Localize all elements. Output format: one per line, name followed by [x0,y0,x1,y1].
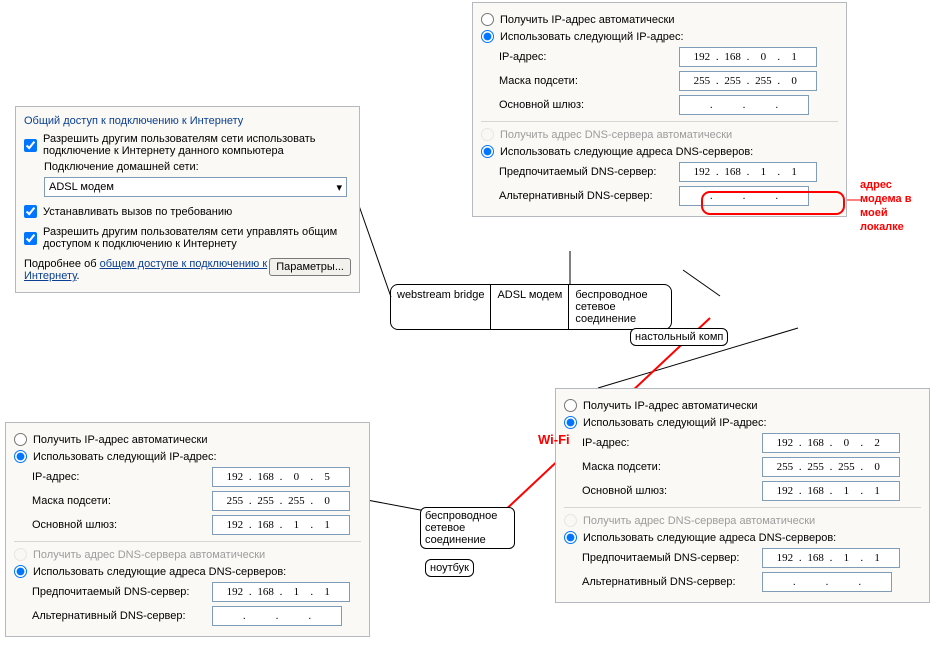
ip-addr-label: IP-адрес: [32,471,212,483]
ics-allow-label: Разрешить другим пользователям сети испо… [43,133,343,157]
dns2-input[interactable]: ... [212,606,342,626]
dns2-label: Альтернативный DNS-сервер: [32,610,212,622]
allow-control-label: Разрешить другим пользователям сети упра… [43,226,351,250]
dns1-input[interactable]: 192.168.1.1 [679,162,817,182]
gateway-input[interactable]: ... [679,95,809,115]
mask-input[interactable]: 255.255.255.0 [679,71,817,91]
mask-label: Маска подсети: [499,75,679,87]
ip-manual-radio[interactable] [481,30,494,43]
ip-addr-input[interactable]: 192.168.0.5 [212,467,350,487]
home-conn-label: Подключение домашней сети: [44,161,199,173]
ip-manual-label: Использовать следующий IP-адрес: [500,31,684,43]
mask-input[interactable]: 255.255.255.0 [212,491,350,511]
gateway-label: Основной шлюз: [499,99,679,111]
dns-callout-highlight [701,191,845,215]
dns-manual-radio[interactable] [14,565,27,578]
home-connection-select[interactable]: ADSL модем ▾ [44,177,347,197]
dns2-label: Альтернативный DNS-сервер: [499,190,679,202]
dns-manual-label: Использовать следующие адреса DNS-сервер… [500,146,753,158]
gateway-input[interactable]: 192.168.1.1 [212,515,350,535]
desktop-node: webstream bridge ADSL модем беспроводное… [390,284,672,330]
desktop-tag: настольный комп [630,328,728,346]
dns-auto-label: Получить адрес DNS-сервера автоматически [583,515,815,527]
dns-auto-radio [14,548,27,561]
ip-manual-radio[interactable] [564,416,577,429]
right-ip-panel: Получить IP-адрес автоматически Использо… [555,388,930,603]
more-prefix: Подробнее об [24,258,100,270]
ip-addr-input[interactable]: 192.168.0.2 [762,433,900,453]
desktop-ip-panel: Получить IP-адрес автоматически Использо… [472,2,847,217]
dns-auto-label: Получить адрес DNS-сервера автоматически [33,549,265,561]
ip-manual-label: Использовать следующий IP-адрес: [33,451,217,463]
mask-label: Маска подсети: [32,495,212,507]
ics-panel: Общий доступ к подключению к Интернету Р… [15,106,360,293]
ip-addr-label: IP-адрес: [499,51,679,63]
home-connection-value: ADSL модем [49,181,114,193]
mask-input[interactable]: 255.255.255.0 [762,457,900,477]
ip-auto-label: Получить IP-адрес автоматически [500,14,674,26]
dns1-label: Предпочитаемый DNS-сервер: [32,586,212,598]
laptop-wireless-node: беспроводное сетевое соединение [420,507,515,549]
wifi-label: Wi-Fi [538,432,570,447]
allow-control-checkbox[interactable] [24,232,37,245]
dns-manual-radio[interactable] [481,145,494,158]
ics-allow-checkbox[interactable] [24,139,37,152]
dns1-input[interactable]: 192.168.1.1 [762,548,900,568]
gateway-label: Основной шлюз: [582,485,762,497]
dns1-label: Предпочитаемый DNS-сервер: [582,552,762,564]
gateway-input[interactable]: 192.168.1.1 [762,481,900,501]
ip-auto-radio[interactable] [481,13,494,26]
ip-manual-label: Использовать следующий IP-адрес: [583,417,767,429]
ip-addr-input[interactable]: 192.168.0.1 [679,47,817,67]
dns-auto-radio [564,514,577,527]
dns-manual-label: Использовать следующие адреса DNS-сервер… [33,566,286,578]
ics-title: Общий доступ к подключению к Интернету [24,115,351,127]
node-cell-adsl: ADSL модем [491,285,569,329]
dial-on-demand-label: Устанавливать вызов по требованию [43,206,232,218]
laptop-tag: ноутбук [425,559,474,577]
ip-manual-radio[interactable] [14,450,27,463]
dns-auto-label: Получить адрес DNS-сервера автоматически [500,129,732,141]
dns-manual-radio[interactable] [564,531,577,544]
node-cell-webstream: webstream bridge [391,285,491,329]
chevron-down-icon: ▾ [296,181,342,194]
ip-addr-label: IP-адрес: [582,437,762,449]
dns-manual-label: Использовать следующие адреса DNS-сервер… [583,532,836,544]
ip-auto-label: Получить IP-адрес автоматически [33,434,207,446]
dns2-label: Альтернативный DNS-сервер: [582,576,762,588]
callout-text: адрес модема в моей локалке [860,178,930,234]
dns-auto-radio [481,128,494,141]
dns2-input[interactable]: ... [762,572,892,592]
ip-auto-radio[interactable] [14,433,27,446]
dns1-label: Предпочитаемый DNS-сервер: [499,166,679,178]
laptop-ip-panel: Получить IP-адрес автоматически Использо… [5,422,370,637]
dns1-input[interactable]: 192.168.1.1 [212,582,350,602]
ip-auto-radio[interactable] [564,399,577,412]
mask-label: Маска подсети: [582,461,762,473]
dial-on-demand-checkbox[interactable] [24,205,37,218]
ip-auto-label: Получить IP-адрес автоматически [583,400,757,412]
gateway-label: Основной шлюз: [32,519,212,531]
params-button[interactable]: Параметры... [269,258,351,276]
node-cell-wireless: беспроводное сетевое соединение [569,285,671,329]
